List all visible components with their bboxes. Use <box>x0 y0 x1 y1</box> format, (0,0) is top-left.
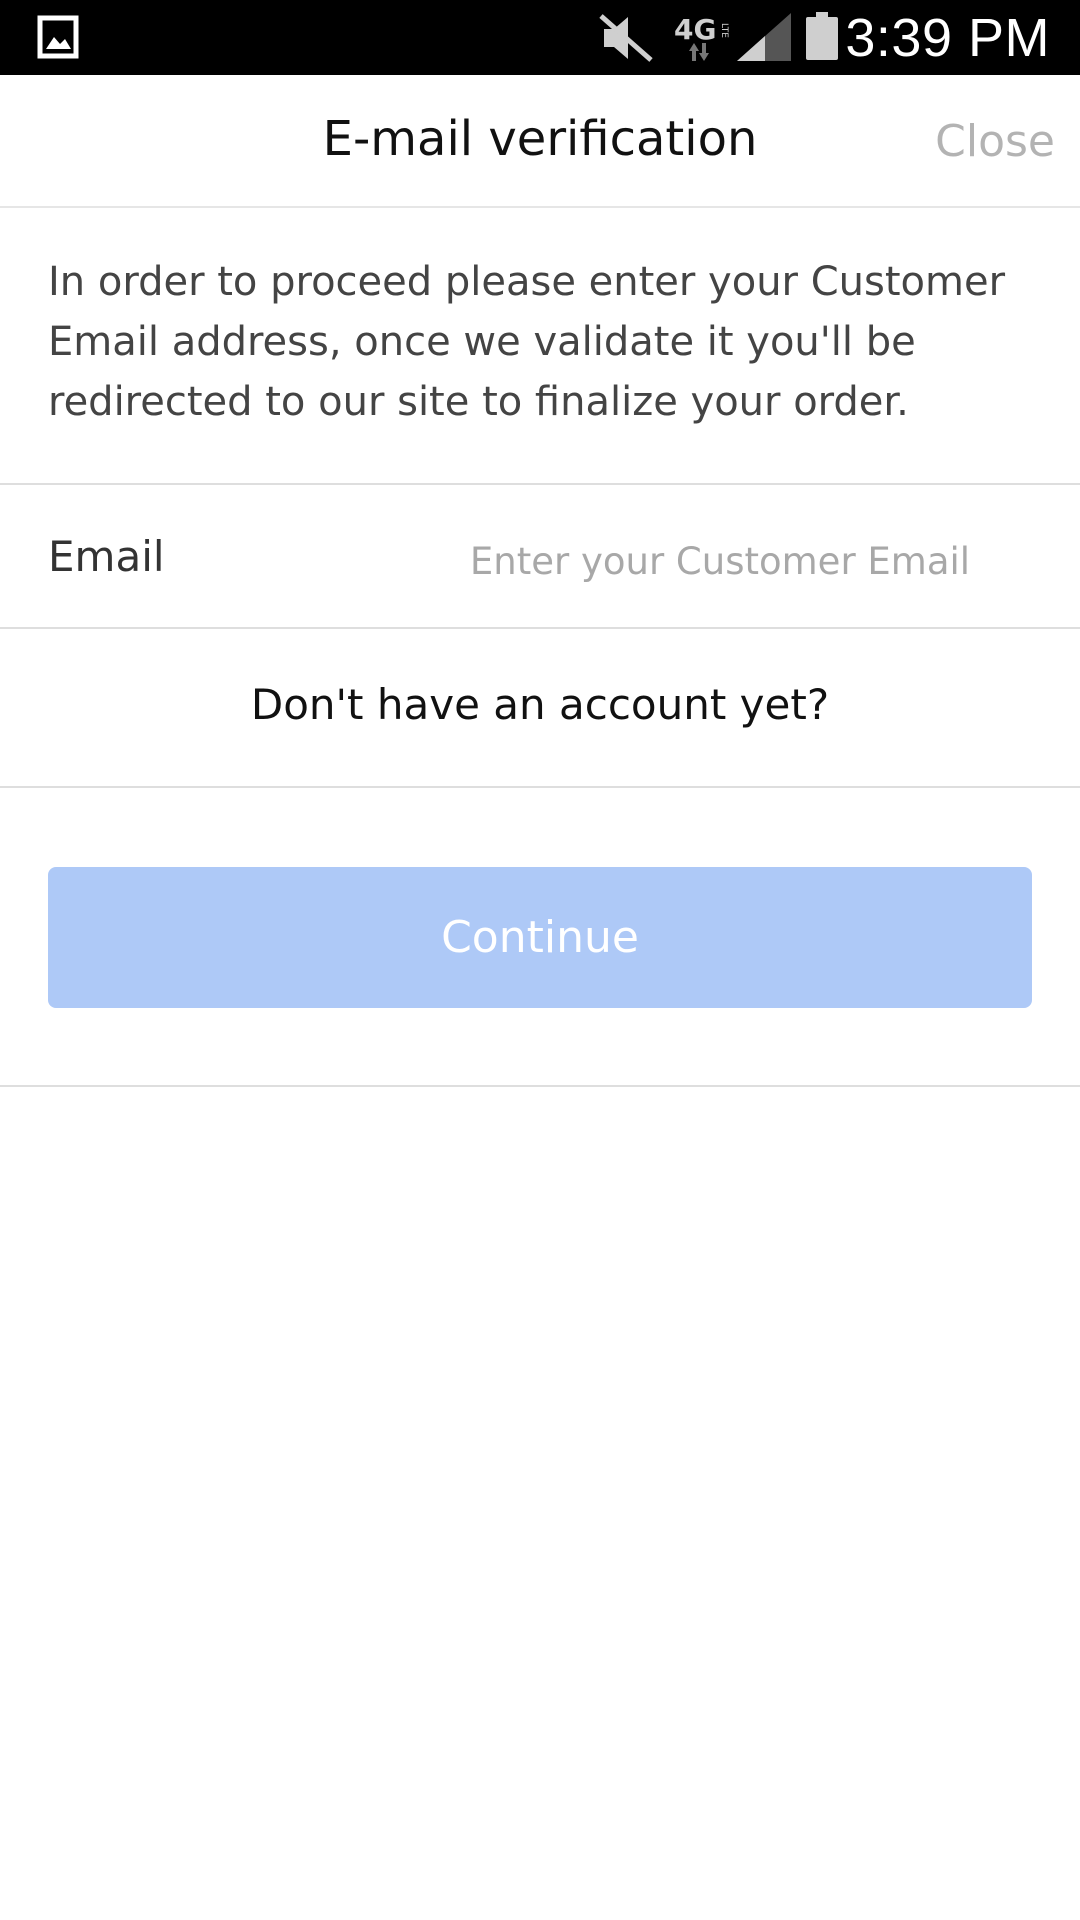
page-title: E-mail verification <box>322 111 758 167</box>
continue-button[interactable]: Continue <box>48 867 1032 1008</box>
status-bar: 4G LTE 3:39 PM <box>0 0 1080 75</box>
divider <box>0 786 1080 788</box>
mute-icon <box>599 14 653 62</box>
battery-icon <box>806 12 838 60</box>
create-account-link[interactable]: Don't have an account yet? <box>0 675 1080 735</box>
divider <box>0 483 1080 485</box>
close-button[interactable]: Close <box>935 112 1055 172</box>
signal-icon <box>737 13 791 61</box>
svg-text:LTE: LTE <box>719 23 729 38</box>
divider <box>0 627 1080 629</box>
email-field[interactable] <box>400 530 1040 592</box>
divider <box>0 1085 1080 1087</box>
header: E-mail verification Close <box>0 75 1080 208</box>
instructions-text: In order to proceed please enter your Cu… <box>48 259 1006 425</box>
network-4g-lte-icon: 4G LTE <box>672 9 734 63</box>
gallery-icon <box>37 15 79 59</box>
svg-text:4G: 4G <box>674 13 716 46</box>
status-time: 3:39 PM <box>845 8 1050 68</box>
email-label: Email <box>48 532 165 581</box>
